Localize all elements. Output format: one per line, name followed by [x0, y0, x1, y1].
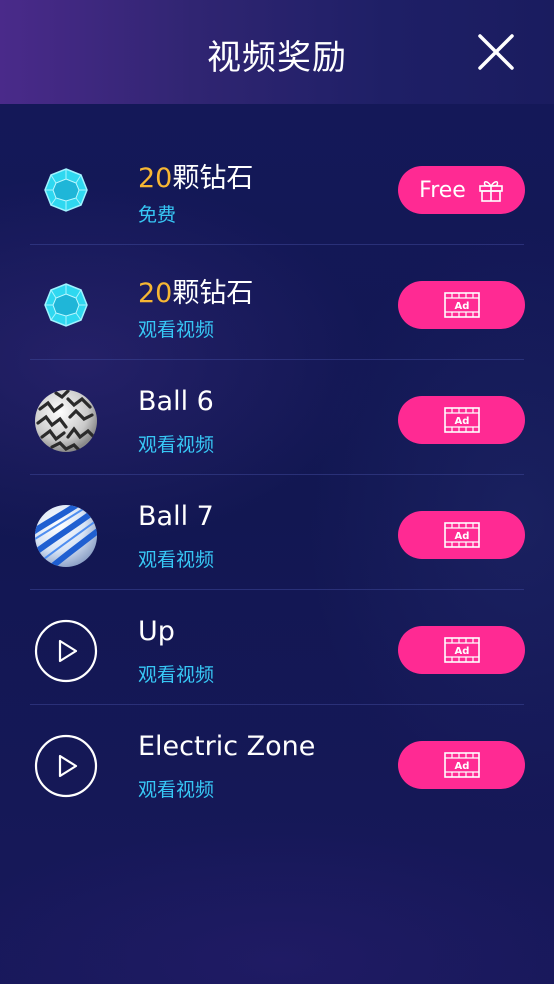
free-label: Free — [419, 177, 466, 203]
watch-ad-button[interactable]: Ad — [398, 281, 525, 329]
ad-video-icon: Ad — [443, 292, 480, 318]
close-button[interactable] — [476, 32, 516, 72]
reward-name: Ball 7 — [138, 501, 214, 532]
ad-video-icon: Ad — [443, 752, 480, 778]
ball-6-icon — [34, 389, 98, 453]
svg-text:Ad: Ad — [454, 646, 469, 657]
reward-name: 20颗钻石 — [138, 278, 254, 309]
diamond-icon — [34, 274, 98, 338]
ball-7-icon — [34, 504, 98, 568]
reward-row-ball-7: Ball 7 观看视频 Ad — [0, 475, 554, 590]
reward-subtitle: 免费 — [138, 204, 177, 226]
play-icon — [34, 734, 98, 798]
reward-row-diamonds-free: 20颗钻石 免费 Free — [0, 130, 554, 245]
reward-name: Ball 6 — [138, 386, 214, 417]
header-bar: 视频奖励 — [0, 0, 554, 104]
free-claim-button[interactable]: Free — [398, 166, 525, 214]
gift-icon — [479, 181, 503, 202]
watch-ad-button[interactable]: Ad — [398, 396, 525, 444]
reward-subtitle: 观看视频 — [138, 779, 215, 801]
reward-subtitle: 观看视频 — [138, 319, 215, 341]
svg-text:Ad: Ad — [454, 761, 469, 772]
reward-row-up: Up 观看视频 Ad — [0, 590, 554, 705]
reward-row-diamonds-ad: 20颗钻石 观看视频 Ad — [0, 245, 554, 360]
reward-subtitle: 观看视频 — [138, 549, 215, 571]
svg-text:Ad: Ad — [454, 531, 469, 542]
reward-subtitle: 观看视频 — [138, 664, 215, 686]
watch-ad-button[interactable]: Ad — [398, 741, 525, 789]
reward-list: 20颗钻石 免费 Free 20颗钻石 观看视频 Ad Ball 6 观看视频 … — [0, 130, 554, 820]
play-icon — [34, 619, 98, 683]
reward-amount: 20 — [138, 278, 173, 309]
reward-row-electric-zone: Electric Zone 观看视频 Ad — [0, 705, 554, 820]
reward-row-ball-6: Ball 6 观看视频 Ad — [0, 360, 554, 475]
watch-ad-button[interactable]: Ad — [398, 626, 525, 674]
diamond-icon — [34, 159, 98, 223]
reward-subtitle: 观看视频 — [138, 434, 215, 456]
reward-name: Up — [138, 616, 175, 647]
watch-ad-button[interactable]: Ad — [398, 511, 525, 559]
svg-text:Ad: Ad — [454, 301, 469, 312]
svg-text:Ad: Ad — [454, 416, 469, 427]
reward-name: 20颗钻石 — [138, 163, 254, 194]
close-icon — [478, 34, 514, 70]
ad-video-icon: Ad — [443, 522, 480, 548]
ad-video-icon: Ad — [443, 637, 480, 663]
reward-name: Electric Zone — [138, 731, 316, 762]
page-title: 视频奖励 — [207, 38, 347, 78]
reward-amount: 20 — [138, 163, 173, 194]
ad-video-icon: Ad — [443, 407, 480, 433]
